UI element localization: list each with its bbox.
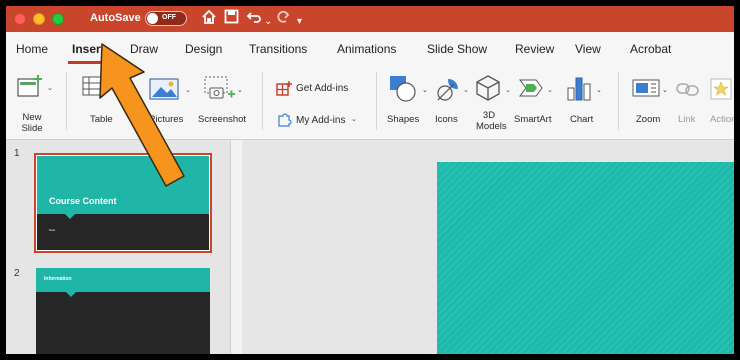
slide-editing-area — [243, 140, 734, 354]
tab-acrobat[interactable]: Acrobat — [630, 42, 671, 56]
table-icon — [82, 76, 102, 96]
chart-icon — [567, 77, 591, 101]
screenshot-label: Screenshot — [198, 114, 247, 125]
3d-models-label: 3D Models — [476, 110, 507, 132]
smartart-icon — [519, 79, 543, 97]
chart-dropdown-icon[interactable]: ⌄ — [596, 86, 602, 94]
slide-2-body — [36, 292, 210, 354]
insert-ribbon: ⌄ New Slide Table ⌄ Pictures ⌄ Screensho… — [6, 64, 734, 140]
screenshot-icon — [204, 76, 235, 99]
pictures-label: Pictures — [149, 114, 184, 125]
new-slide-icon — [17, 75, 42, 97]
autosave-knob — [147, 13, 158, 24]
slide-2-title: Information — [44, 276, 72, 282]
tab-transitions[interactable]: Transitions — [249, 42, 307, 56]
autosave-label: AutoSave — [90, 12, 141, 24]
redo-icon[interactable] — [274, 9, 290, 30]
slide-1-notch — [65, 214, 75, 219]
slide-thumbnail-1[interactable]: Course Content Date — [34, 153, 212, 253]
zoom-window-button[interactable] — [52, 13, 64, 25]
get-addins-icon — [276, 81, 292, 96]
tab-home[interactable]: Home — [16, 42, 48, 56]
new-slide-dropdown-icon[interactable]: ⌄ — [47, 84, 53, 92]
slide-2-notch — [66, 292, 76, 297]
link-label: Link — [678, 114, 696, 125]
customize-toolbar-icon[interactable]: ▾ — [297, 13, 302, 31]
icons-icon — [437, 79, 458, 101]
shapes-icon — [390, 76, 416, 102]
tab-animations[interactable]: Animations — [337, 42, 396, 56]
shapes-label: Shapes — [387, 114, 420, 125]
screenshot-dropdown-icon[interactable]: ⌄ — [237, 86, 243, 94]
smartart-dropdown-icon[interactable]: ⌄ — [547, 86, 553, 94]
ribbon-tabs: Home Insert Draw Design Transitions Anim… — [6, 32, 734, 64]
save-icon[interactable] — [224, 9, 239, 29]
ribbon-separator — [618, 72, 619, 130]
tab-insert[interactable]: Insert — [72, 42, 105, 56]
slide-1-title: Course Content — [49, 196, 117, 206]
tab-review[interactable]: Review — [515, 42, 554, 56]
panel-splitter[interactable] — [230, 140, 242, 354]
zoom-label: Zoom — [636, 114, 661, 125]
minimize-window-button[interactable] — [33, 13, 45, 25]
my-addins-dropdown-icon[interactable]: ⌄ — [351, 115, 357, 123]
slide-thumbnail-panel: 1 Course Content Date 2 Information — [6, 140, 230, 354]
3d-models-dropdown-icon[interactable]: ⌄ — [505, 86, 511, 94]
my-addins-icon — [278, 113, 292, 127]
undo-dropdown-icon[interactable]: ⌄ — [264, 13, 272, 31]
pictures-icon — [149, 78, 179, 100]
action-star-icon — [710, 78, 732, 100]
shapes-dropdown-icon[interactable]: ⌄ — [422, 86, 428, 94]
zoom-dropdown-icon[interactable]: ⌄ — [662, 86, 668, 94]
slide-number: 2 — [14, 268, 20, 279]
tab-slide-show[interactable]: Slide Show — [427, 42, 487, 56]
slide-number: 1 — [14, 148, 20, 159]
ribbon-separator — [262, 72, 263, 130]
new-slide-label: New Slide — [21, 112, 43, 134]
undo-icon[interactable] — [246, 9, 262, 30]
home-icon[interactable] — [201, 9, 217, 30]
link-icon — [676, 83, 699, 96]
icons-label: Icons — [435, 114, 458, 125]
action-label: Action — [710, 114, 734, 125]
3d-cube-icon — [476, 75, 500, 101]
slide-canvas[interactable] — [437, 162, 734, 354]
ribbon-separator — [66, 72, 67, 130]
smartart-label: SmartArt — [514, 114, 552, 125]
slide-1-subtitle: Date — [49, 228, 56, 232]
chart-label: Chart — [570, 114, 594, 125]
slide-1-footer-band — [37, 214, 209, 250]
powerpoint-window: AutoSave OFF ⌄ ▾ Home Insert Draw Design… — [6, 6, 734, 354]
table-label: Table — [90, 114, 113, 125]
get-addins-label: Get Add-ins — [296, 83, 349, 94]
tab-draw[interactable]: Draw — [130, 42, 158, 56]
autosave-state: OFF — [162, 14, 176, 21]
icons-dropdown-icon[interactable]: ⌄ — [463, 86, 469, 94]
autosave-toggle[interactable]: OFF — [145, 11, 187, 26]
ribbon-separator — [376, 72, 377, 130]
slide-thumbnail-2[interactable]: Information — [36, 268, 210, 354]
tab-design[interactable]: Design — [185, 42, 222, 56]
tab-view[interactable]: View — [575, 42, 601, 56]
title-bar: AutoSave OFF ⌄ ▾ — [6, 6, 734, 32]
close-window-button[interactable] — [14, 13, 26, 25]
pictures-dropdown-icon[interactable]: ⌄ — [185, 86, 191, 94]
zoom-icon — [632, 79, 660, 97]
my-addins-label: My Add-ins — [296, 115, 346, 126]
